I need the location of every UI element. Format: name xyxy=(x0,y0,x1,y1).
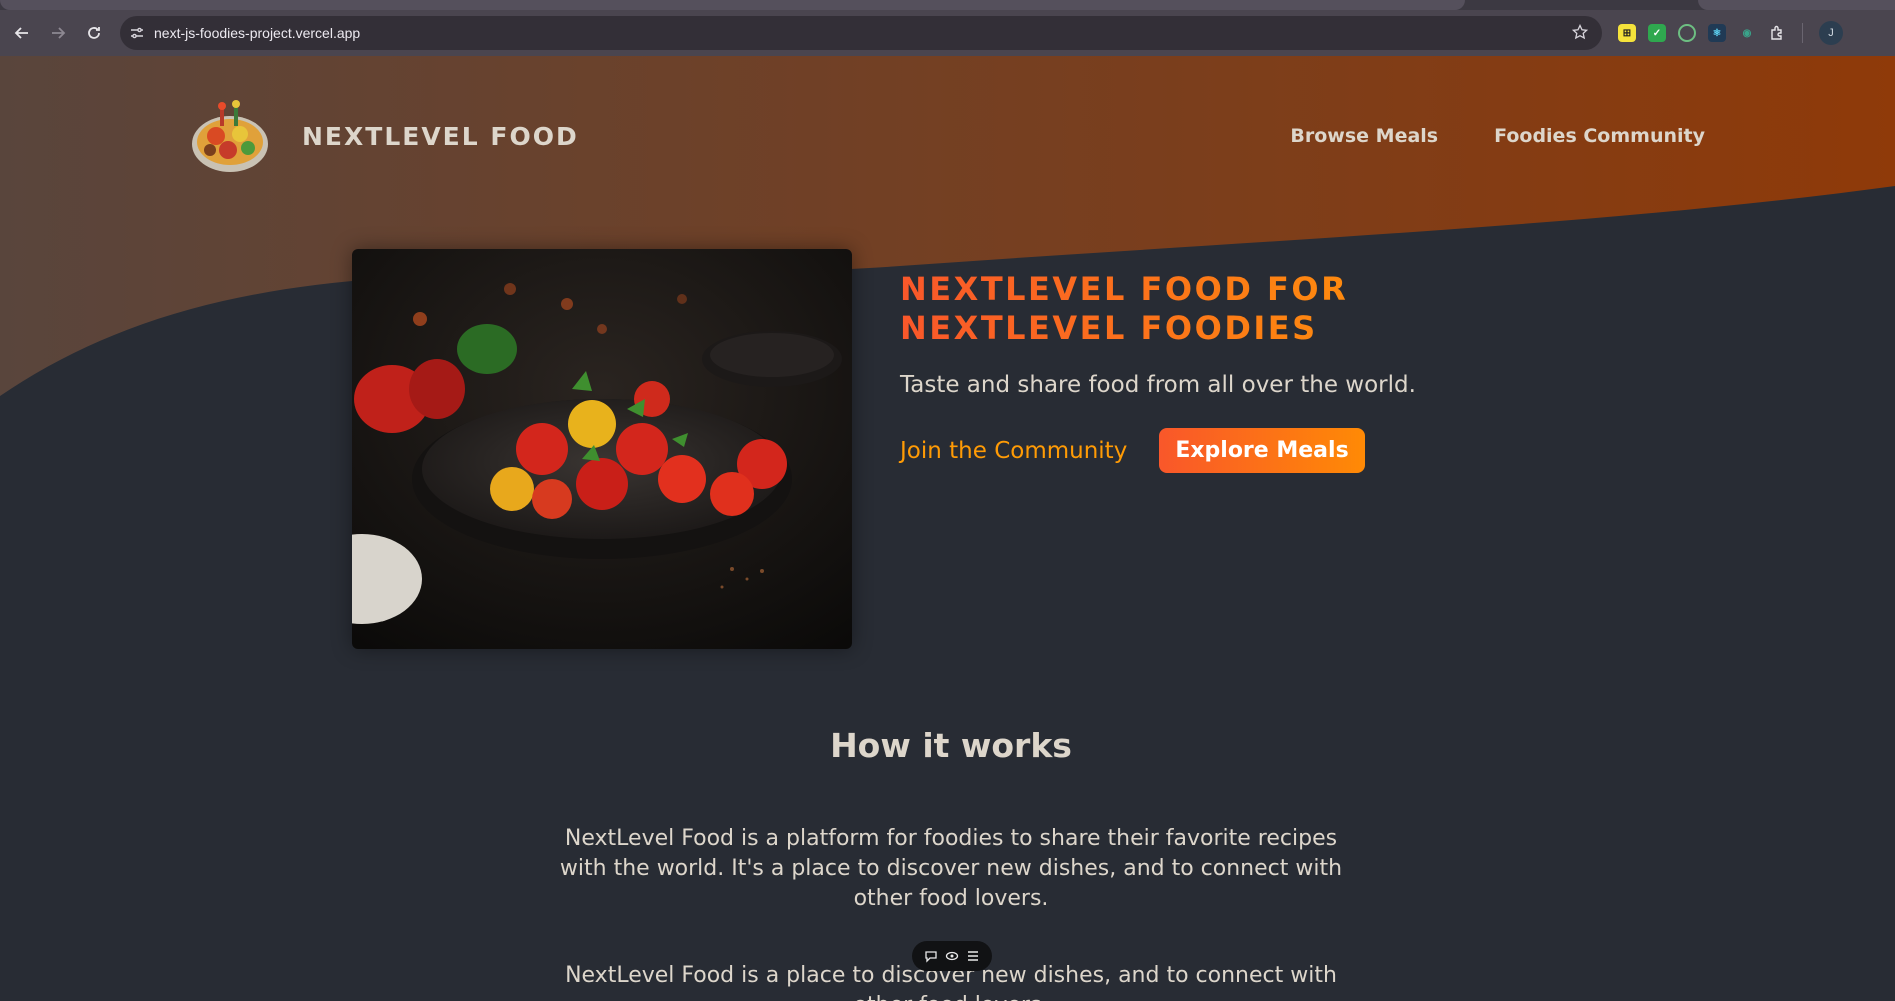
hero-title: NextLevel Food for NextLevel Foodies xyxy=(900,270,1500,348)
site-info-icon[interactable] xyxy=(120,16,154,50)
hero-subtitle: Taste and share food from all over the w… xyxy=(900,372,1416,398)
hero-slideshow-image xyxy=(352,249,852,649)
active-tab[interactable] xyxy=(0,0,1465,10)
profile-avatar[interactable]: J xyxy=(1819,21,1843,45)
nav-browse-meals[interactable]: Browse Meals xyxy=(1290,125,1438,147)
inactive-tab[interactable] xyxy=(1698,0,1895,10)
how-it-works-title: How it works xyxy=(830,726,1072,765)
logo-text: NextLevel Food xyxy=(302,121,579,151)
back-button[interactable] xyxy=(4,15,40,51)
toolbar-separator xyxy=(1802,23,1803,43)
explore-meals-button[interactable]: Explore Meals xyxy=(1159,428,1365,473)
menu-icon[interactable] xyxy=(966,949,980,963)
site-header: NextLevel Food Browse Meals Foodies Comm… xyxy=(190,86,1705,186)
puzzle-extensions-icon[interactable] xyxy=(1768,24,1786,42)
comment-icon[interactable] xyxy=(924,949,938,963)
browser-toolbar: next-js-foodies-project.vercel.app ⊞ ✓ ⚛… xyxy=(0,10,1895,56)
how-it-works-paragraph: NextLevel Food is a platform for foodies… xyxy=(559,826,1343,911)
extension-2-icon[interactable]: ✓ xyxy=(1648,24,1666,42)
reload-icon xyxy=(88,27,100,39)
nav-foodies-community[interactable]: Foodies Community xyxy=(1494,125,1705,147)
extension-5-icon[interactable]: ◉ xyxy=(1738,24,1756,42)
extension-1-icon[interactable]: ⊞ xyxy=(1618,24,1636,42)
hero-cta: Join the Community Explore Meals xyxy=(900,428,1500,473)
page-viewport: NextLevel Food Browse Meals Foodies Comm… xyxy=(0,56,1895,1001)
floating-toolbar xyxy=(912,941,992,971)
arrow-right-icon xyxy=(52,27,66,39)
url-text[interactable]: next-js-foodies-project.vercel.app xyxy=(154,25,360,41)
arrow-left-icon xyxy=(14,27,28,39)
address-bar[interactable]: next-js-foodies-project.vercel.app xyxy=(120,16,1602,50)
reload-button[interactable] xyxy=(76,15,112,51)
forward-button[interactable] xyxy=(40,15,76,51)
main-nav: Browse Meals Foodies Community xyxy=(1290,125,1705,147)
join-community-link[interactable]: Join the Community xyxy=(900,438,1127,464)
eye-icon[interactable] xyxy=(945,949,959,963)
extensions-area: ⊞ ✓ ⚛ ◉ J xyxy=(1618,16,1843,50)
bookmark-star-icon[interactable] xyxy=(1571,23,1589,45)
logo-food-plate-icon xyxy=(190,96,270,176)
react-devtools-icon[interactable]: ⚛ xyxy=(1708,24,1726,42)
extension-3-icon[interactable] xyxy=(1678,24,1696,42)
tab-strip xyxy=(0,0,1895,10)
hero-content: NextLevel Food for NextLevel Foodies Tas… xyxy=(900,270,1500,473)
logo-link[interactable]: NextLevel Food xyxy=(190,96,579,176)
